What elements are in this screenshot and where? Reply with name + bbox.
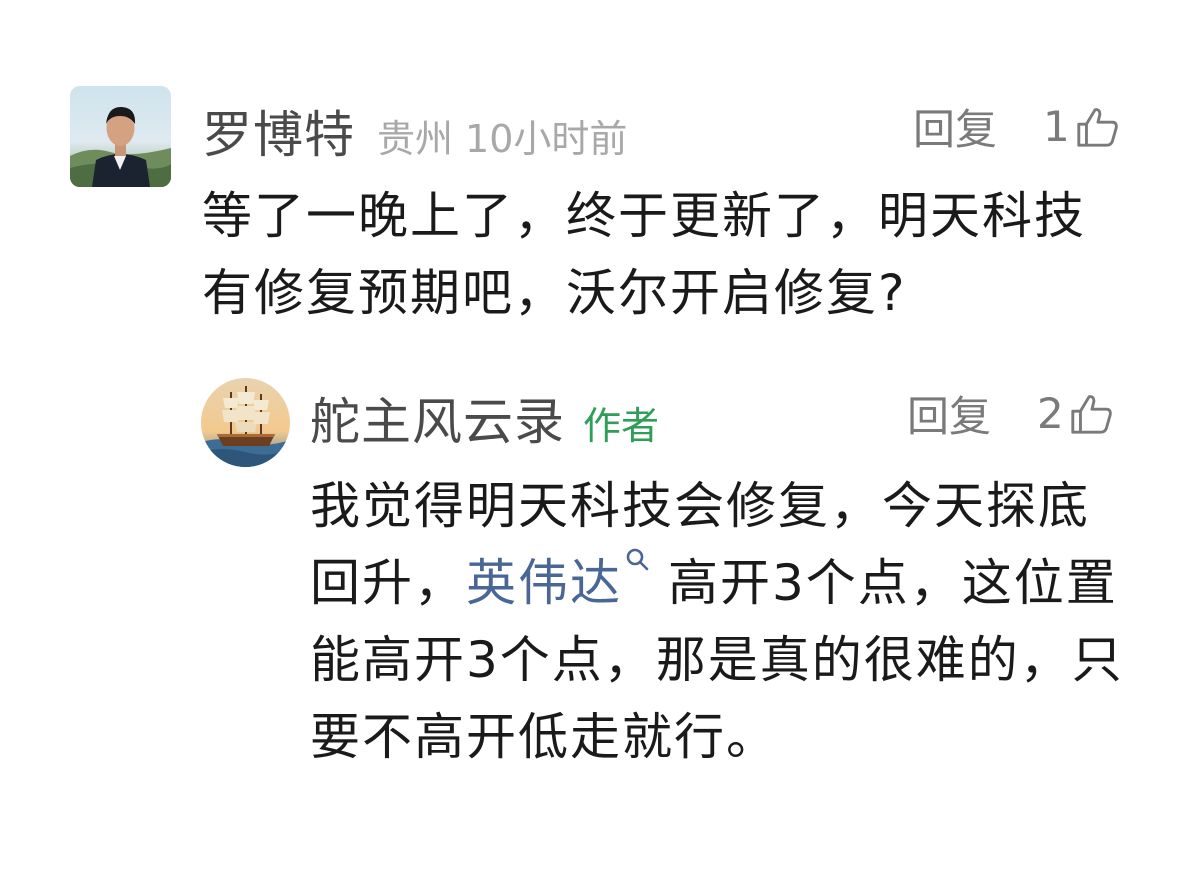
like-count: 2	[1037, 389, 1064, 438]
reply-header: 舵主风云录 作者	[310, 382, 659, 454]
author-avatar[interactable]	[201, 378, 290, 467]
user-avatar-robert[interactable]	[70, 86, 171, 187]
reply-actions: 回复 2	[907, 383, 1114, 444]
comment-username[interactable]: 罗博特	[202, 95, 355, 167]
thumbs-up-icon[interactable]	[1074, 104, 1120, 150]
reply-button[interactable]: 回复	[913, 96, 997, 157]
like-count: 1	[1043, 102, 1070, 151]
comment-timestamp: 10小时前	[465, 117, 628, 161]
search-icon[interactable]	[624, 546, 650, 572]
stock-link[interactable]: 英伟达	[466, 554, 622, 612]
user-photo-icon	[70, 86, 171, 187]
comment-text: 等了一晚上了，终于更新了，明天科技有修复预期吧，沃尔开启修复?	[202, 187, 1086, 322]
reply-text: 我觉得明天科技会修复，今天探底回升，英伟达 高开3个点，这位置能高开3个点，那是真…	[310, 468, 1130, 776]
reply-username[interactable]: 舵主风云录	[310, 382, 565, 454]
comment-actions: 回复 1	[913, 96, 1120, 157]
sailing-ship-icon	[201, 378, 290, 467]
comment-thread: 罗博特 贵州 10小时前 回复 1 等了一晚上了，终于更新了，明天科技有修复预期…	[0, 0, 1200, 877]
comment-header: 罗博特 贵州 10小时前	[202, 95, 627, 167]
author-badge: 作者	[583, 404, 660, 448]
comment-location: 贵州	[377, 117, 454, 161]
thumbs-up-icon[interactable]	[1068, 391, 1114, 437]
reply-button[interactable]: 回复	[907, 383, 991, 444]
